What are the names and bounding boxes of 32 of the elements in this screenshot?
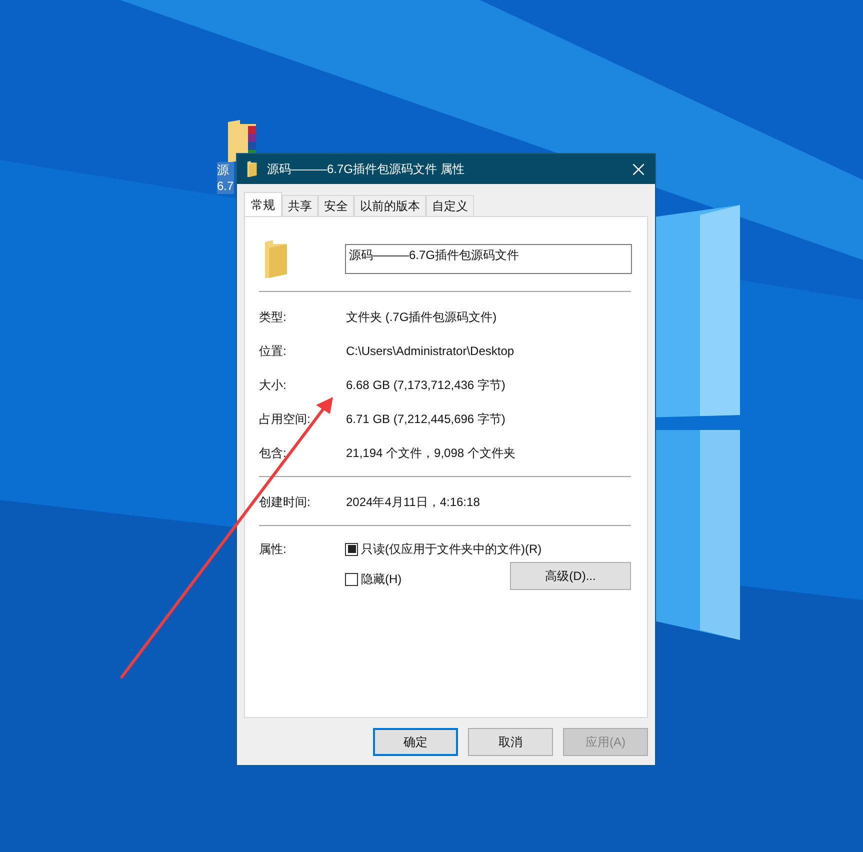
advanced-button[interactable]: 高级(D)... — [510, 562, 631, 590]
tab[interactable]: 常规 — [244, 192, 282, 216]
name-field[interactable]: 源码———6.7G插件包源码文件 — [345, 244, 632, 274]
close-icon — [632, 164, 644, 174]
field-value: 文件夹 (.7G插件包源码文件) — [346, 309, 497, 326]
folder-icon — [265, 240, 287, 278]
field-label: 位置: — [259, 343, 288, 360]
window-title: 源码———6.7G插件包源码文件 属性 — [267, 161, 466, 178]
icon-label: 源 — [217, 162, 230, 178]
tab[interactable]: 安全 — [318, 195, 354, 216]
field-value: 21,194 个文件，9,098 个文件夹 — [346, 445, 516, 462]
tab[interactable]: 以前的版本 — [354, 195, 426, 216]
checkbox-label: 隐藏(H) — [361, 571, 402, 588]
field-label: 占用空间: — [259, 411, 312, 428]
field-label: 包含: — [259, 445, 288, 462]
tab[interactable]: 共享 — [282, 195, 318, 216]
tab[interactable]: 自定义 — [426, 195, 474, 216]
field-label: 创建时间: — [259, 494, 312, 511]
icon-label: 6.7 — [217, 178, 234, 194]
field-value: 6.68 GB (7,173,712,436 字节) — [346, 377, 506, 394]
dialog-button[interactable]: 取消 — [468, 728, 553, 756]
checkbox-label: 只读(仅应用于文件夹中的文件)(R) — [361, 541, 542, 558]
folder-icon — [247, 161, 257, 177]
field-label: 大小: — [259, 377, 288, 394]
field-label: 类型: — [259, 309, 288, 326]
checkbox[interactable] — [345, 572, 358, 586]
field-label: 属性: — [259, 541, 288, 558]
field-value: 6.71 GB (7,212,445,696 字节) — [346, 411, 506, 428]
field-value: C:\Users\Administrator\Desktop — [346, 343, 514, 360]
checkbox[interactable] — [345, 542, 358, 556]
field-value: 2024年4月11日，4:16:18 — [346, 494, 480, 511]
dialog-button[interactable]: 确定 — [373, 728, 458, 756]
